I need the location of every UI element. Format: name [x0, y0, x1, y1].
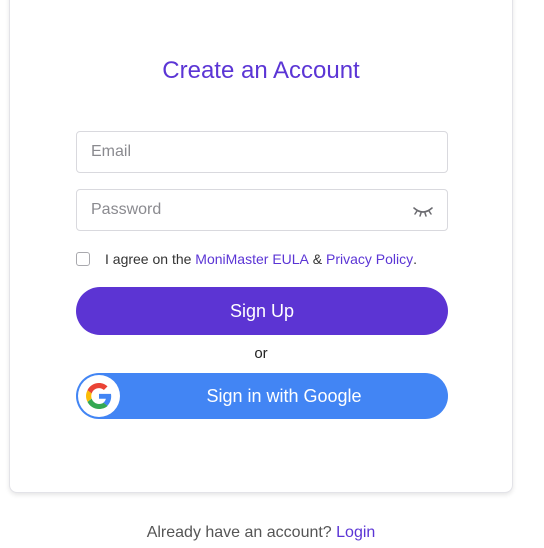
agree-checkbox[interactable]	[76, 252, 90, 266]
privacy-policy-link[interactable]: Privacy Policy	[326, 251, 413, 267]
agreement-connector: &	[308, 251, 327, 267]
signup-card: Create an Account I agree on the MoniMas…	[9, 0, 513, 493]
agreement-row: I agree on the MoniMaster EULA & Privacy…	[76, 250, 417, 268]
password-field[interactable]	[76, 189, 448, 231]
sign-up-button[interactable]: Sign Up	[76, 287, 448, 335]
google-sign-in-button[interactable]: Sign in with Google	[76, 373, 448, 419]
login-prompt-text: Already have an account?	[146, 524, 337, 541]
eula-link[interactable]: MoniMaster EULA	[195, 251, 309, 267]
or-divider-text: or	[254, 345, 268, 362]
agreement-prefix: I agree on the	[105, 251, 196, 267]
google-sign-in-label: Sign in with Google	[206, 386, 362, 406]
login-link[interactable]: Login	[336, 524, 375, 541]
google-g-icon	[78, 375, 120, 417]
email-field[interactable]	[76, 131, 448, 173]
password-input[interactable]	[77, 190, 447, 230]
page-title: Create an Account	[162, 57, 360, 84]
agreement-suffix: .	[413, 251, 418, 267]
eye-closed-icon[interactable]	[411, 202, 435, 220]
email-input[interactable]	[77, 132, 447, 172]
login-prompt: Already have an account? Login	[0, 524, 522, 542]
